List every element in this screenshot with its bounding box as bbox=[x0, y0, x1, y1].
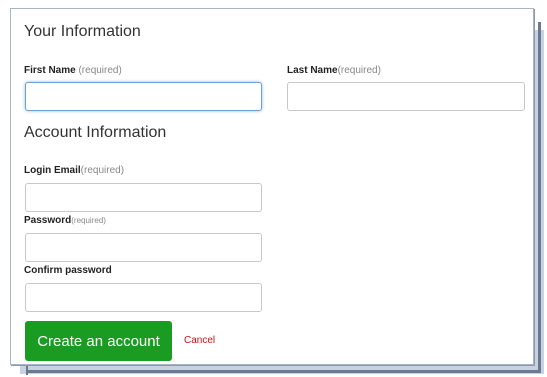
password-required-hint: (required) bbox=[71, 216, 106, 225]
confirm-password-input[interactable] bbox=[25, 283, 262, 312]
first-name-label-text: First Name bbox=[24, 65, 76, 76]
first-name-required-hint: (required) bbox=[75, 65, 122, 76]
cancel-link[interactable]: Cancel bbox=[184, 335, 215, 346]
login-email-label: Login Email(required) bbox=[24, 165, 124, 176]
confirm-password-label: Confirm password bbox=[24, 265, 112, 276]
first-name-input[interactable] bbox=[25, 82, 262, 111]
your-information-heading: Your Information bbox=[24, 23, 141, 40]
password-input[interactable] bbox=[25, 233, 262, 262]
frame-border-right bbox=[538, 22, 541, 372]
last-name-label: Last Name(required) bbox=[287, 65, 381, 76]
last-name-required-hint: (required) bbox=[337, 65, 381, 76]
password-label: Password(required) bbox=[24, 215, 106, 226]
account-information-heading: Account Information bbox=[24, 124, 167, 141]
create-account-button[interactable]: Create an account bbox=[25, 321, 172, 361]
login-email-input[interactable] bbox=[25, 183, 262, 212]
login-email-required-hint: (required) bbox=[80, 165, 125, 176]
login-email-label-text: Login Email bbox=[24, 165, 81, 176]
confirm-password-label-text: Confirm password bbox=[24, 265, 112, 276]
registration-form: Your Information First Name (required) L… bbox=[10, 8, 534, 365]
frame-border-bottom bbox=[26, 370, 541, 373]
password-label-text: Password bbox=[24, 215, 72, 226]
last-name-label-text: Last Name bbox=[287, 65, 338, 76]
last-name-input[interactable] bbox=[287, 82, 525, 111]
first-name-label: First Name (required) bbox=[24, 65, 122, 76]
